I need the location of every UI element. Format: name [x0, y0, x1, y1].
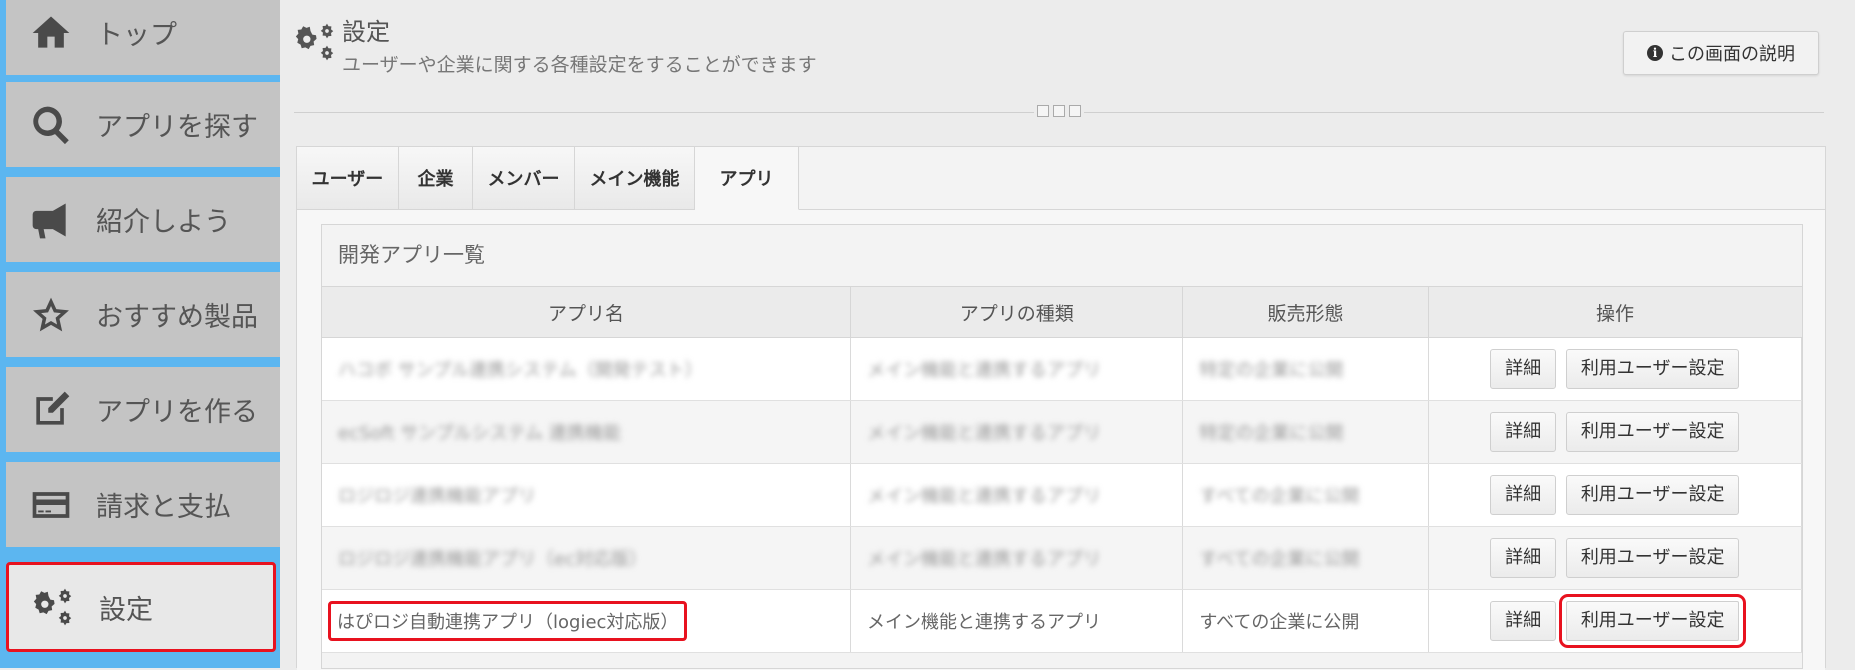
app-type-cell: メイン機能と連携するアプリ: [850, 400, 1184, 464]
app-name-link[interactable]: はぴロジ自動連携アプリ（logiec対応版）: [328, 601, 688, 641]
gears-icon: [294, 20, 338, 68]
sidebar: トップ アプリを探す 紹介しよう おすすめ製品 アプリを作る 請求と支払 設定: [0, 0, 280, 668]
sales-type-cell: すべての企業に公開: [1182, 463, 1429, 527]
page-subtitle: ユーザーや企業に関する各種設定をすることができます: [342, 54, 817, 76]
sidebar-item-label: 請求と支払: [96, 492, 231, 523]
sales-type-cell: すべての企業に公開: [1182, 589, 1429, 653]
app-table: アプリ名 アプリの種類 販売形態 操作 ハコボ サンプル連携システム（開発テスト…: [322, 286, 1803, 653]
sidebar-item-label: 設定: [99, 594, 153, 626]
app-type-cell: メイン機能と連携するアプリ: [850, 463, 1184, 527]
operations-cell: 詳細 利用ユーザー設定: [1428, 526, 1803, 590]
column-header-app-name: アプリ名: [322, 286, 852, 338]
app-name-cell: ecSoft サンプルシステム 連携機能: [322, 400, 852, 464]
tab-app[interactable]: アプリ: [695, 147, 799, 210]
handle-dot: [1037, 105, 1049, 117]
megaphone-icon: [6, 198, 96, 242]
main-content: 設定 ユーザーや企業に関する各種設定をすることができます i この画面の説明 ユ…: [280, 0, 1855, 670]
table-row: ecSoft サンプルシステム 連携機能 メイン機能と連携するアプリ 特定の企業…: [322, 400, 1803, 464]
sidebar-item-introduce[interactable]: 紹介しよう: [6, 177, 280, 262]
sidebar-item-label: アプリを探す: [96, 112, 258, 143]
app-type-cell: メイン機能と連携するアプリ: [850, 337, 1184, 401]
table-header-row: アプリ名 アプリの種類 販売形態 操作: [322, 286, 1802, 338]
user-settings-button[interactable]: 利用ユーザー設定: [1565, 475, 1740, 515]
handle-dot: [1069, 105, 1081, 117]
sales-type-cell: すべての企業に公開: [1182, 526, 1429, 590]
tab-member[interactable]: メンバー: [473, 147, 575, 209]
table-row: ロジロジ連携機能アプリ（ec対応版） メイン機能と連携するアプリ すべての企業に…: [322, 526, 1803, 590]
sales-type-cell: 特定の企業に公開: [1182, 337, 1429, 401]
operations-cell: 詳細 利用ユーザー設定: [1428, 589, 1803, 653]
app-name-cell: ロジロジ連携機能アプリ（ec対応版）: [322, 526, 852, 590]
user-settings-button[interactable]: 利用ユーザー設定: [1558, 594, 1747, 648]
app-name-cell: ハコボ サンプル連携システム（開発テスト）: [322, 337, 852, 401]
sidebar-item-recommended[interactable]: おすすめ製品: [6, 272, 280, 357]
table-row: ハコボ サンプル連携システム（開発テスト） メイン機能と連携するアプリ 特定の企…: [322, 337, 1803, 401]
sidebar-item-create-app[interactable]: アプリを作る: [6, 367, 280, 452]
app-name-cell: ロジロジ連携機能アプリ: [322, 463, 852, 527]
search-icon: [6, 103, 96, 147]
star-icon: [6, 293, 96, 337]
sidebar-item-billing[interactable]: 請求と支払: [6, 462, 280, 547]
help-button-label: この画面の説明: [1669, 44, 1795, 65]
user-settings-button[interactable]: 利用ユーザー設定: [1565, 538, 1740, 578]
user-settings-button[interactable]: 利用ユーザー設定: [1565, 349, 1740, 389]
column-header-sales-type: 販売形態: [1182, 286, 1429, 338]
detail-button[interactable]: 詳細: [1490, 412, 1557, 452]
header-divider: [294, 105, 1824, 117]
column-header-app-type: アプリの種類: [850, 286, 1184, 338]
info-icon: i: [1647, 45, 1663, 61]
detail-button[interactable]: 詳細: [1490, 538, 1557, 578]
table-row: はぴロジ自動連携アプリ（logiec対応版） メイン機能と連携するアプリ すべて…: [322, 589, 1803, 653]
sidebar-item-label: アプリを作る: [96, 397, 258, 428]
user-settings-button[interactable]: 利用ユーザー設定: [1565, 412, 1740, 452]
credit-card-icon: [6, 483, 96, 527]
operations-cell: 詳細 利用ユーザー設定: [1428, 400, 1803, 464]
page-title: 設定: [342, 18, 390, 46]
app-list-title: 開発アプリ一覧: [338, 243, 485, 267]
sidebar-item-label: 紹介しよう: [96, 207, 231, 238]
handle-dot: [1053, 105, 1065, 117]
table-row: ロジロジ連携機能アプリ メイン機能と連携するアプリ すべての企業に公開 詳細 利…: [322, 463, 1803, 527]
sales-type-cell: 特定の企業に公開: [1182, 400, 1429, 464]
app-type-cell: メイン機能と連携するアプリ: [850, 526, 1184, 590]
collapse-handle[interactable]: [1034, 105, 1084, 117]
tab-main-function[interactable]: メイン機能: [575, 147, 695, 209]
column-header-operations: 操作: [1428, 286, 1802, 338]
settings-tabs: ユーザー 企業 メンバー メイン機能 アプリ: [297, 147, 799, 210]
detail-button[interactable]: 詳細: [1490, 601, 1557, 641]
edit-icon: [6, 388, 96, 432]
detail-button[interactable]: 詳細: [1490, 475, 1557, 515]
app-list-box: 開発アプリ一覧 アプリ名 アプリの種類 販売形態 操作 ハコボ サンプル連携シス…: [321, 224, 1803, 669]
sidebar-item-settings[interactable]: 設定: [6, 562, 276, 652]
detail-button[interactable]: 詳細: [1490, 349, 1557, 389]
operations-cell: 詳細 利用ユーザー設定: [1428, 463, 1803, 527]
operations-cell: 詳細 利用ユーザー設定: [1428, 337, 1803, 401]
help-button[interactable]: i この画面の説明: [1623, 31, 1819, 75]
tab-company[interactable]: 企業: [399, 147, 473, 209]
tab-user[interactable]: ユーザー: [297, 147, 399, 209]
home-icon: [6, 11, 96, 55]
app-type-cell: メイン機能と連携するアプリ: [850, 589, 1184, 653]
app-name-cell: はぴロジ自動連携アプリ（logiec対応版）: [322, 589, 852, 653]
gears-icon: [9, 585, 99, 629]
sidebar-item-label: おすすめ製品: [96, 302, 258, 333]
sidebar-item-label: トップ: [96, 20, 177, 51]
sidebar-item-top[interactable]: トップ: [6, 0, 280, 75]
settings-panel: ユーザー 企業 メンバー メイン機能 アプリ 開発アプリ一覧 アプリ名 アプリの…: [296, 146, 1826, 670]
sidebar-item-find-app[interactable]: アプリを探す: [6, 82, 280, 167]
